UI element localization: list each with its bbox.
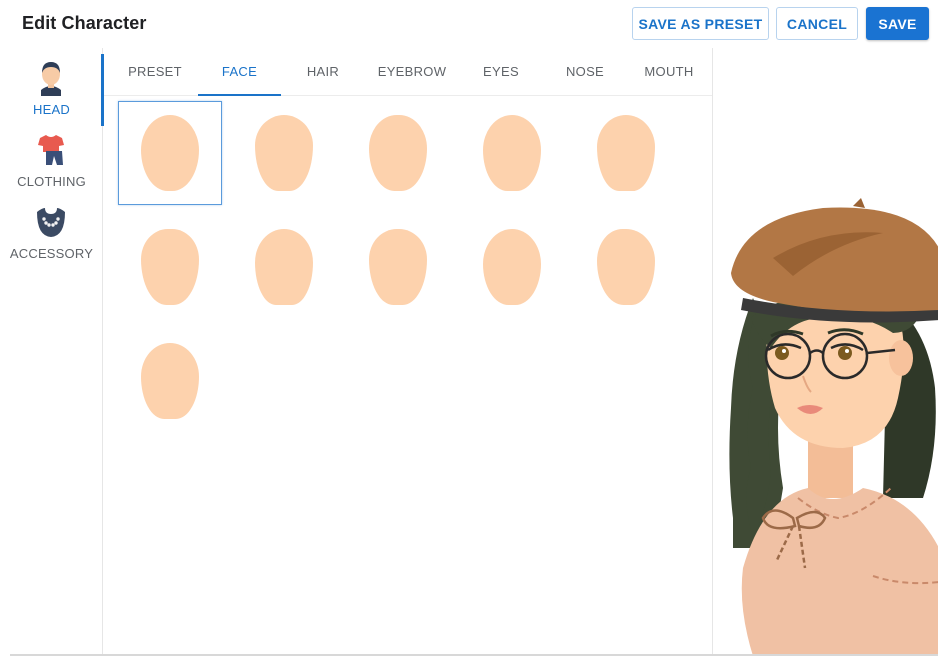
face-option-4[interactable] — [460, 101, 564, 205]
face-shape — [141, 115, 199, 191]
face-shape — [483, 115, 541, 191]
tab-preset[interactable]: PRESET — [114, 48, 196, 94]
tab-eyebrow[interactable]: EYEBROW — [366, 48, 458, 94]
face-shape — [255, 115, 313, 191]
tab-nose[interactable]: NOSE — [544, 48, 626, 94]
category-clothing[interactable]: CLOTHING — [0, 126, 103, 198]
character-preview — [712, 48, 938, 656]
cancel-button[interactable]: CANCEL — [776, 7, 858, 40]
face-option-10[interactable] — [574, 215, 678, 319]
face-option-11[interactable] — [118, 329, 222, 433]
save-button[interactable]: SAVE — [866, 7, 929, 40]
clothing-icon — [38, 135, 64, 165]
face-shape — [597, 229, 655, 305]
feature-tabs: PRESET FACE HAIR EYEBROW EYES NOSE MOUTH — [104, 48, 712, 96]
necklace-icon — [37, 208, 65, 237]
face-shape — [141, 229, 199, 305]
face-shape — [483, 229, 541, 305]
page-title: Edit Character — [22, 13, 147, 33]
face-shape — [141, 343, 199, 419]
tab-face[interactable]: FACE — [198, 48, 281, 96]
category-label-accessory: ACCESSORY — [9, 246, 94, 261]
category-nav: HEAD CLOTHING ACCESSORY — [0, 48, 104, 656]
category-label-clothing: CLOTHING — [17, 174, 86, 189]
face-shape — [597, 115, 655, 191]
face-option-7[interactable] — [232, 215, 336, 319]
category-label-head: HEAD — [33, 102, 70, 117]
edit-character-dialog: Edit Character SAVE AS PRESET CANCEL SAV… — [0, 0, 938, 656]
face-shape — [369, 229, 427, 305]
tab-hair[interactable]: HAIR — [282, 48, 364, 94]
face-shape — [369, 115, 427, 191]
character-illustration — [729, 198, 938, 656]
face-option-3[interactable] — [346, 101, 450, 205]
face-option-6[interactable] — [118, 215, 222, 319]
tab-mouth[interactable]: MOUTH — [628, 48, 710, 94]
save-as-preset-button[interactable]: SAVE AS PRESET — [632, 7, 769, 40]
head-icon — [41, 62, 61, 96]
category-head[interactable]: HEAD — [0, 54, 104, 126]
tab-eyes[interactable]: EYES — [460, 48, 542, 94]
face-option-5[interactable] — [574, 101, 678, 205]
face-shape — [255, 229, 313, 305]
face-option-2[interactable] — [232, 101, 336, 205]
face-option-9[interactable] — [460, 215, 564, 319]
face-option-8[interactable] — [346, 215, 450, 319]
face-option-grid — [104, 96, 712, 656]
face-option-1[interactable] — [118, 101, 222, 205]
category-accessory[interactable]: ACCESSORY — [0, 198, 103, 270]
dialog-header: Edit Character SAVE AS PRESET CANCEL SAV… — [0, 0, 938, 48]
